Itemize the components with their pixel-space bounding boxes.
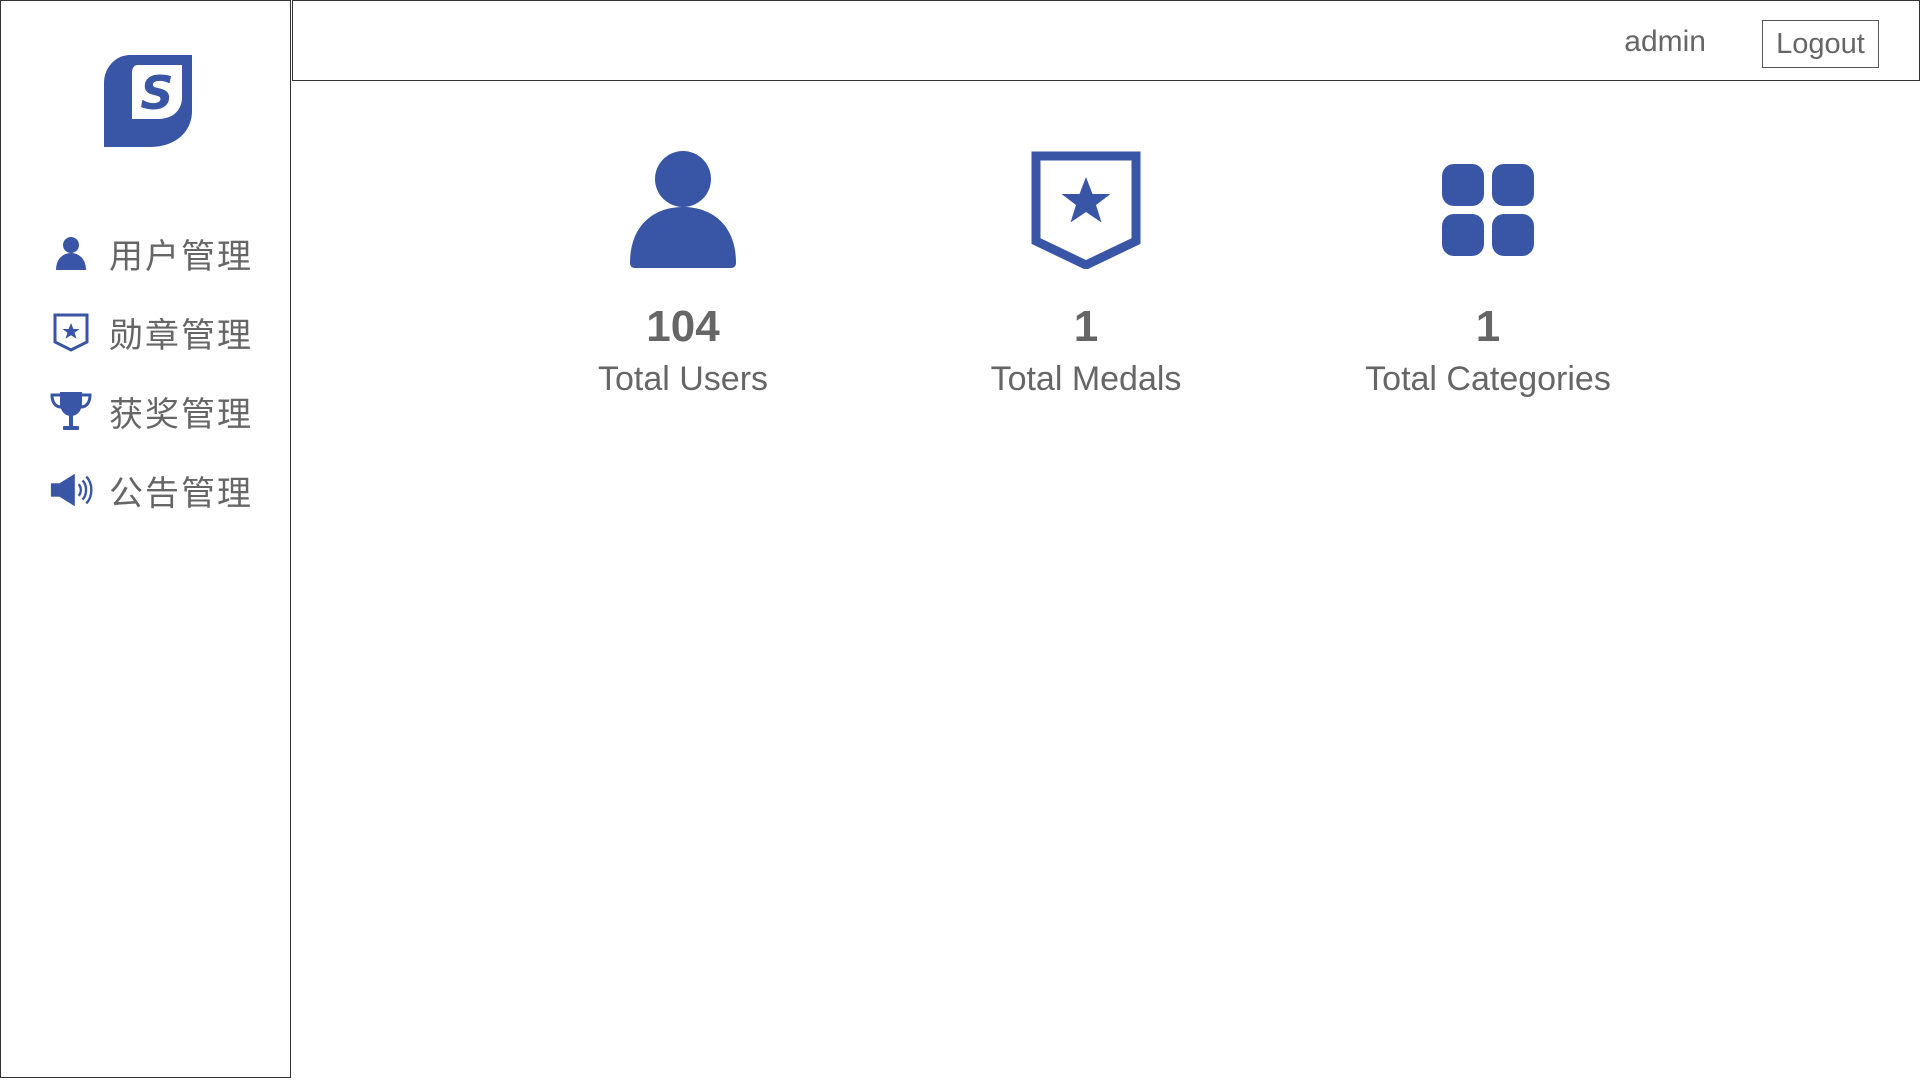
stat-value: 1	[1475, 302, 1501, 351]
medal-shield-icon	[49, 310, 93, 354]
user-icon	[49, 231, 93, 275]
categories-grid-icon	[1428, 150, 1548, 270]
logout-button[interactable]: Logout	[1762, 20, 1879, 68]
megaphone-icon	[49, 468, 93, 512]
stat-card-categories: 1 Total Categories	[1328, 150, 1648, 400]
top-header: admin Logout	[292, 0, 1920, 81]
medal-shield-icon	[1026, 150, 1146, 270]
s-logo-icon[interactable]: S	[102, 53, 194, 149]
sidebar-item-label: 勋章管理	[109, 315, 253, 356]
stat-value: 1	[1073, 302, 1099, 351]
sidebar-item-award-management[interactable]: 获奖管理	[49, 381, 253, 441]
sidebar: S 用户管理 勋章管理 获奖管理 公告管理	[0, 0, 291, 1078]
sidebar-item-label: 用户管理	[109, 236, 253, 277]
user-icon	[623, 150, 743, 270]
stat-label: Total Medals	[990, 360, 1182, 398]
sidebar-item-user-management[interactable]: 用户管理	[49, 223, 253, 283]
sidebar-item-label: 获奖管理	[109, 394, 253, 435]
stat-value: 104	[646, 302, 720, 351]
sidebar-item-label: 公告管理	[109, 473, 253, 514]
svg-text:S: S	[140, 66, 173, 120]
sidebar-item-announcement-management[interactable]: 公告管理	[49, 460, 253, 520]
stat-label: Total Users	[597, 360, 769, 398]
sidebar-item-medal-management[interactable]: 勋章管理	[49, 302, 253, 362]
stat-card-users: 104 Total Users	[523, 150, 843, 400]
sidebar-nav: 用户管理 勋章管理 获奖管理 公告管理	[49, 223, 253, 539]
username: admin	[1624, 25, 1706, 58]
trophy-icon	[49, 389, 93, 433]
stat-label: Total Categories	[1365, 360, 1611, 398]
stat-card-medals: 1 Total Medals	[926, 150, 1246, 400]
